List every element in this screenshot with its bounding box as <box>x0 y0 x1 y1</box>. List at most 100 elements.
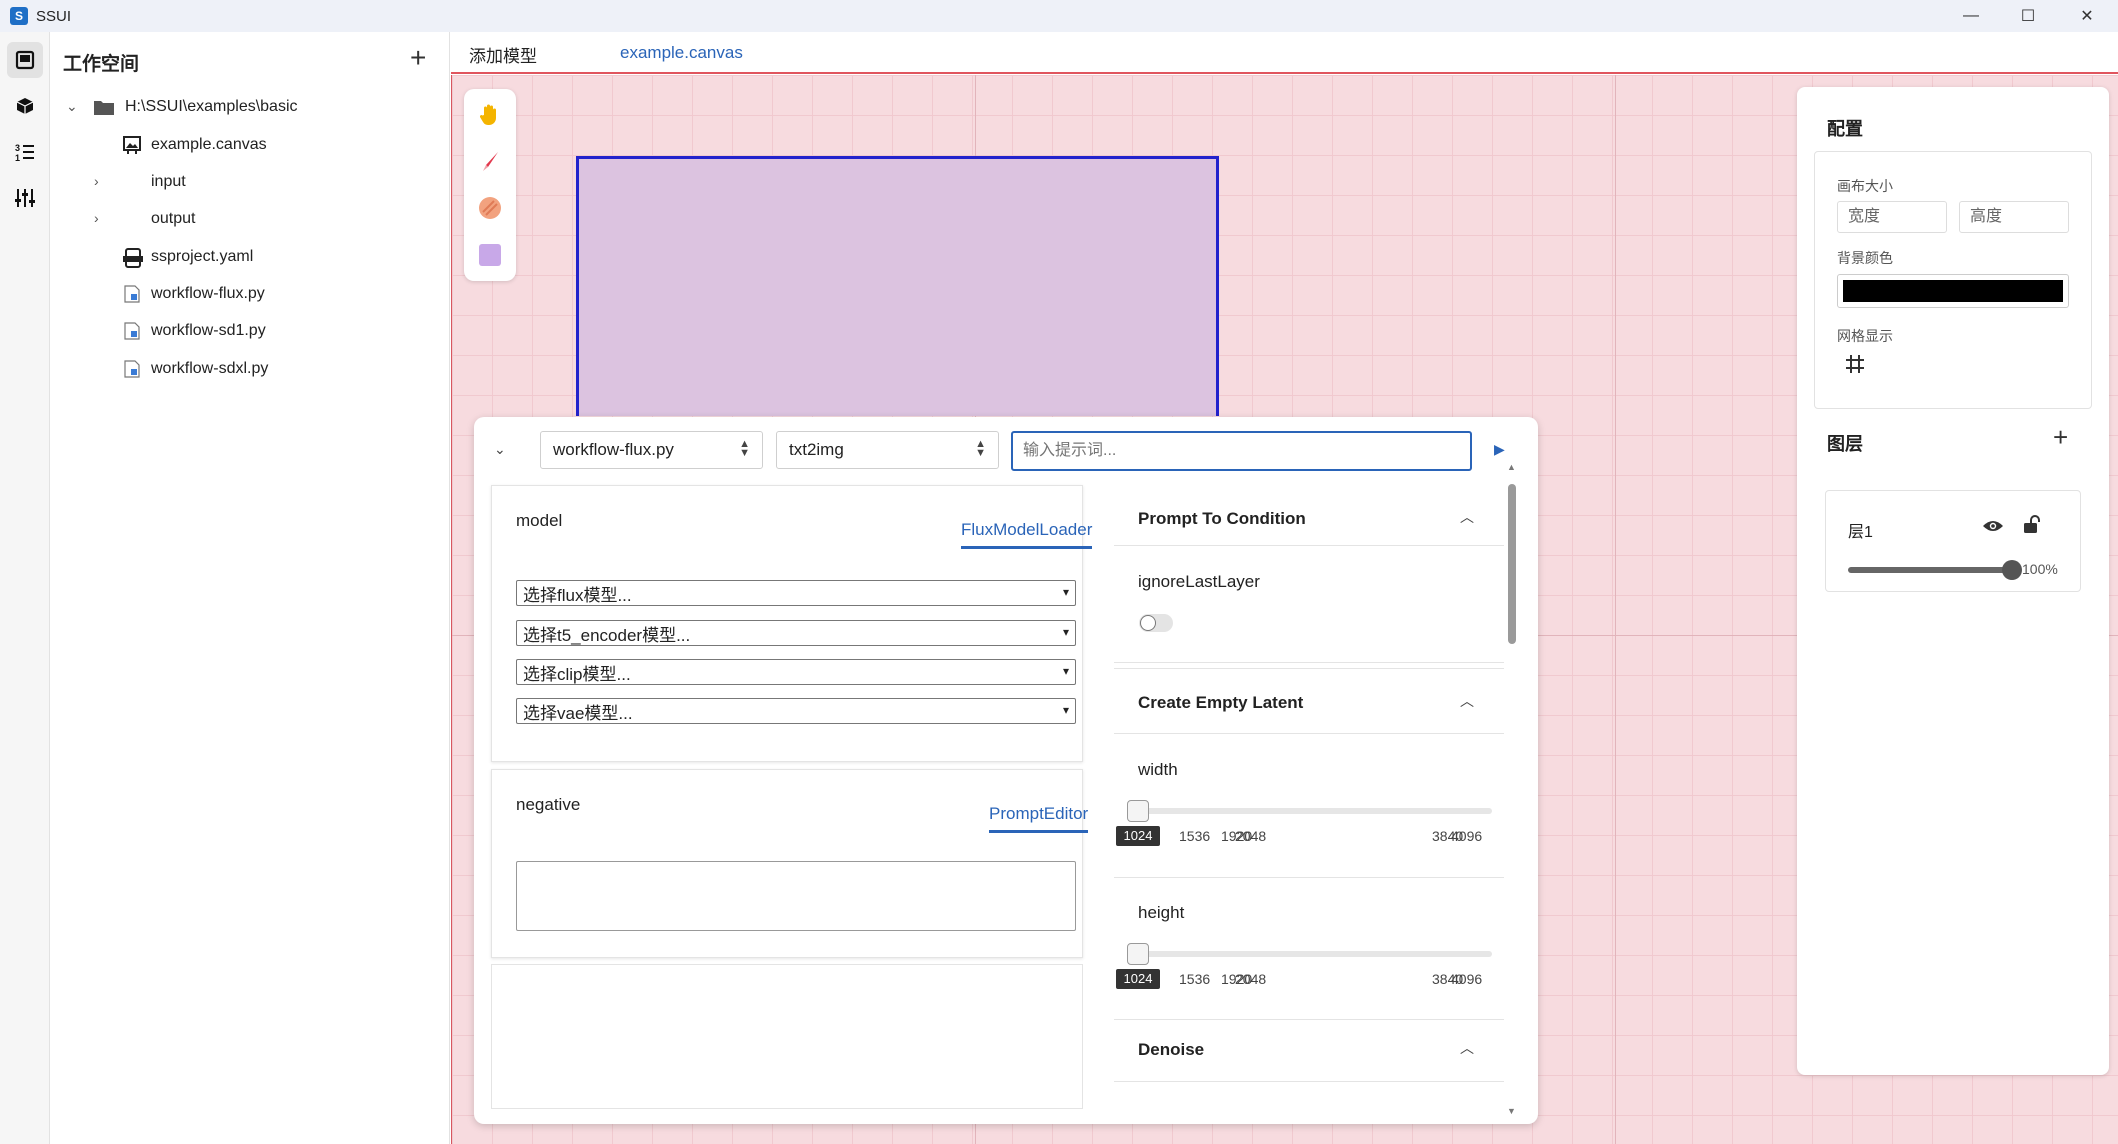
add-workspace-button[interactable]: + <box>410 44 426 72</box>
python-file-icon <box>123 322 141 340</box>
ignore-last-layer-toggle[interactable] <box>1139 614 1173 632</box>
canvas-layer-rect[interactable] <box>576 156 1219 416</box>
width-slider-value: 1024 <box>1116 826 1160 846</box>
canvas-size-label: 画布大小 <box>1837 178 1893 194</box>
script-select-value: workflow-flux.py <box>553 440 674 459</box>
layer-item[interactable]: 层1 100% <box>1825 490 2081 592</box>
workspace-title: 工作空间 <box>63 54 140 75</box>
width-label: width <box>1138 760 1178 779</box>
divider <box>1114 668 1504 669</box>
canvas-settings-box: 画布大小 宽度 高度 背景颜色 网格显示 <box>1814 151 2092 409</box>
chevron-up-icon[interactable]: ︿ <box>1460 1038 1474 1058</box>
layer-opacity-value: 100% <box>2022 561 2058 577</box>
ignore-last-layer-label: ignoreLastLayer <box>1138 572 1260 591</box>
scrollbar-thumb[interactable] <box>1508 484 1516 644</box>
sort-icon: ▲ ▼ <box>739 438 750 459</box>
canvas-height-input[interactable]: 高度 <box>1959 201 2069 233</box>
layer-opacity-thumb[interactable] <box>2002 560 2022 580</box>
dropdown-value: 选择t5_encoder模型... <box>523 625 691 645</box>
tree-item-root[interactable]: H:\SSUI\examples\basic <box>93 95 298 119</box>
sliders-icon[interactable] <box>7 180 43 216</box>
tree-item-workflow-sdxl[interactable]: workflow-sdxl.py <box>123 357 268 381</box>
vae-model-dropdown[interactable]: 选择vae模型... ▾ <box>516 698 1076 724</box>
scroll-up-icon[interactable]: ▲ <box>1507 462 1516 472</box>
tree-item-input[interactable]: input <box>151 170 186 194</box>
script-select[interactable]: workflow-flux.py ▲ ▼ <box>540 431 763 469</box>
hand-icon[interactable] <box>478 103 502 127</box>
section-title: Denoise <box>1138 1040 1205 1059</box>
svg-text:3: 3 <box>15 143 20 153</box>
yaml-file-icon <box>123 248 143 268</box>
negative-prompt-card: negative PromptEditor <box>491 769 1089 958</box>
maximize-button[interactable]: ☐ <box>1997 0 2059 32</box>
mode-select-value: txt2img <box>789 440 844 459</box>
tree-item-label: workflow-sd1.py <box>151 322 266 339</box>
editor-tab-bar: 添加模型 example.canvas <box>451 32 2118 74</box>
chevron-up-icon[interactable]: ︿ <box>1460 691 1474 711</box>
flux-model-loader-link[interactable]: FluxModelLoader <box>961 520 1093 549</box>
tree-item-workflow-sd1[interactable]: workflow-sd1.py <box>123 319 266 343</box>
width-tick: 2048 <box>1235 828 1267 844</box>
chevron-down-icon[interactable]: ⌄ <box>494 441 506 458</box>
unlock-icon[interactable] <box>2022 515 2042 540</box>
activity-bar: 31 <box>0 32 50 1144</box>
list-icon[interactable]: 31 <box>7 134 43 170</box>
tree-item-ssproject[interactable]: ssproject.yaml <box>123 245 253 269</box>
canvas-width-input[interactable]: 宽度 <box>1837 201 1947 233</box>
chevron-up-icon[interactable]: ︿ <box>1460 507 1474 527</box>
negative-prompt-textarea[interactable] <box>516 861 1076 931</box>
close-button[interactable]: ✕ <box>2056 0 2118 32</box>
section-title: Prompt To Condition <box>1138 509 1306 528</box>
width-slider-thumb[interactable] <box>1127 800 1149 822</box>
chevron-down-icon: ▾ <box>1062 585 1069 599</box>
tree-item-label: input <box>151 173 186 190</box>
tree-item-workflow-flux[interactable]: workflow-flux.py <box>123 282 265 306</box>
chevron-down-icon[interactable]: ⌄ <box>66 98 78 115</box>
bg-color-label: 背景颜色 <box>1837 250 1893 266</box>
brush-icon[interactable] <box>478 149 502 173</box>
config-title: 配置 <box>1827 119 1863 139</box>
section-title: Create Empty Latent <box>1138 693 1304 712</box>
layer-name: 层1 <box>1848 524 1873 541</box>
divider <box>1114 733 1504 734</box>
flux-model-dropdown[interactable]: 选择flux模型... ▾ <box>516 580 1076 606</box>
prompt-editor-link[interactable]: PromptEditor <box>989 804 1089 833</box>
divider <box>1114 1081 1504 1082</box>
scroll-down-icon[interactable]: ▼ <box>1507 1106 1516 1116</box>
height-slider-track[interactable] <box>1144 951 1492 957</box>
clip-model-dropdown[interactable]: 选择clip模型... ▾ <box>516 659 1076 685</box>
minimize-button[interactable]: — <box>1940 0 2002 32</box>
tab-example-canvas[interactable]: example.canvas <box>620 43 743 63</box>
tree-item-example-canvas[interactable]: example.canvas <box>123 133 267 157</box>
eye-icon[interactable] <box>1982 518 2004 539</box>
tree-item-label: H:\SSUI\examples\basic <box>125 98 298 115</box>
model-icon[interactable] <box>7 88 43 124</box>
config-panel: 配置 画布大小 宽度 高度 背景颜色 网格显示 图层 + 层1 100% <box>1797 87 2109 1075</box>
tree-item-output[interactable]: output <box>151 207 195 231</box>
height-tick: 4096 <box>1451 971 1483 987</box>
prompt-input[interactable] <box>1011 431 1472 471</box>
chevron-right-icon[interactable]: › <box>94 173 99 189</box>
t5-encoder-dropdown[interactable]: 选择t5_encoder模型... ▾ <box>516 620 1076 646</box>
dropdown-value: 选择flux模型... <box>523 585 632 605</box>
python-file-icon <box>123 285 141 303</box>
workflow-scrollbar[interactable]: ▲ ▼ <box>1505 462 1517 1118</box>
mode-select[interactable]: txt2img ▲ ▼ <box>776 431 999 469</box>
height-label: height <box>1138 903 1185 922</box>
chevron-down-icon: ▾ <box>1062 664 1069 678</box>
tree-item-label: workflow-flux.py <box>151 285 265 302</box>
run-icon[interactable]: ▶ <box>1494 441 1505 458</box>
add-layer-button[interactable]: + <box>2053 422 2068 453</box>
grid-icon[interactable] <box>1845 354 1865 379</box>
height-tick: 1536 <box>1179 971 1211 987</box>
workspace-icon[interactable] <box>7 42 43 78</box>
eraser-icon[interactable] <box>478 196 502 220</box>
height-slider-thumb[interactable] <box>1127 943 1149 965</box>
tab-add-model[interactable]: 添加模型 <box>469 42 537 67</box>
bg-color-picker[interactable] <box>1837 274 2069 308</box>
width-slider-track[interactable] <box>1144 808 1492 814</box>
layer-opacity-slider[interactable] <box>1848 567 2012 573</box>
chevron-down-icon: ▾ <box>1062 625 1069 639</box>
rectangle-icon[interactable] <box>478 243 502 267</box>
chevron-right-icon[interactable]: › <box>94 210 99 226</box>
